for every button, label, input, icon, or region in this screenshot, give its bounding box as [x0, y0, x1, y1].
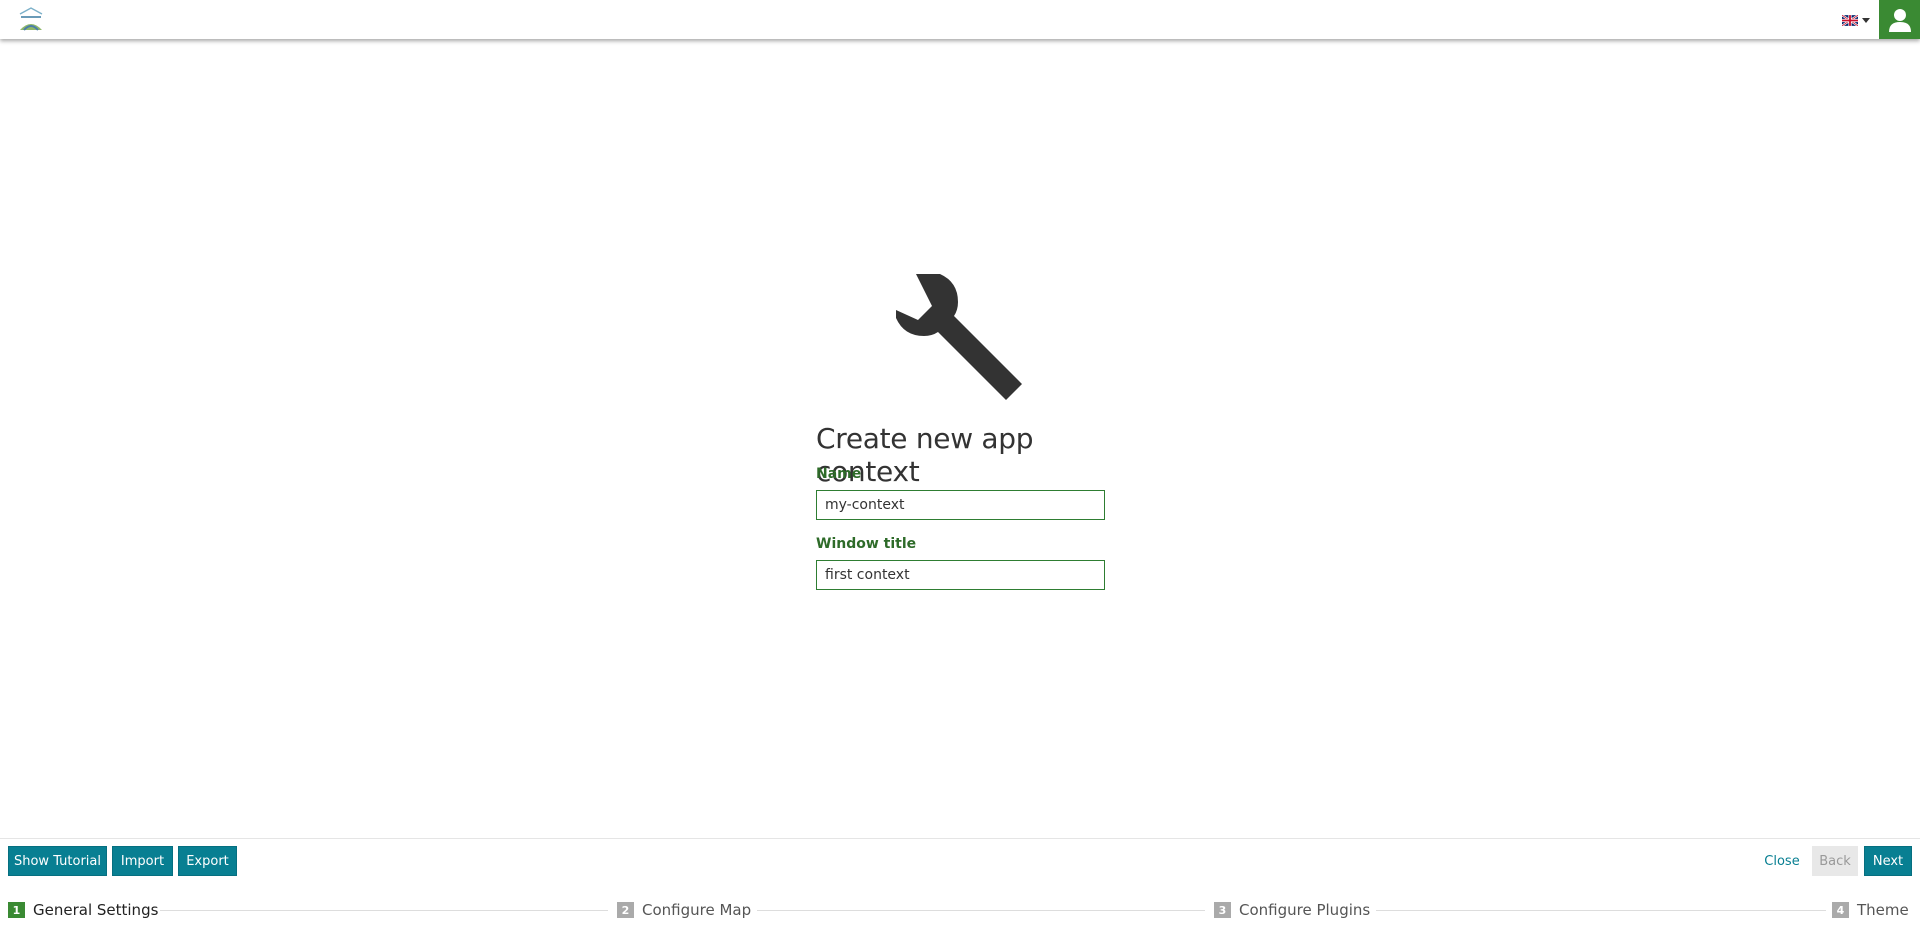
- step-label: Configure Map: [642, 901, 752, 919]
- step-number: 3: [1214, 902, 1231, 918]
- step-connector: [1376, 910, 1826, 911]
- show-tutorial-button[interactable]: Show Tutorial: [8, 846, 107, 876]
- uk-flag-icon: [1842, 14, 1858, 26]
- top-navbar: [0, 0, 1920, 39]
- step-theme[interactable]: 4 Theme: [1832, 901, 1909, 919]
- step-number: 2: [617, 902, 634, 918]
- mapstore-logo[interactable]: [16, 4, 46, 34]
- window-title-label: Window title: [816, 536, 917, 552]
- user-icon: [1888, 8, 1911, 32]
- step-configure-map[interactable]: 2 Configure Map: [617, 901, 751, 919]
- step-general-settings[interactable]: 1 General Settings: [8, 901, 158, 919]
- import-button[interactable]: Import: [112, 846, 173, 876]
- name-input[interactable]: [816, 490, 1105, 520]
- step-configure-plugins[interactable]: 3 Configure Plugins: [1214, 901, 1370, 919]
- page-title: Create new app context: [816, 422, 1034, 488]
- user-menu-button[interactable]: [1879, 0, 1920, 39]
- window-title-input[interactable]: [816, 560, 1105, 590]
- step-label: Configure Plugins: [1239, 901, 1371, 919]
- step-label: General Settings: [33, 901, 159, 919]
- chevron-down-icon: [1862, 17, 1870, 23]
- step-connector: [757, 910, 1205, 911]
- footer-bar: [0, 838, 1920, 934]
- back-button: Back: [1812, 846, 1858, 876]
- export-button[interactable]: Export: [178, 846, 237, 876]
- wrench-icon: [896, 274, 1022, 400]
- step-number: 1: [8, 902, 25, 918]
- next-button[interactable]: Next: [1864, 846, 1912, 876]
- step-label: Theme: [1857, 901, 1909, 919]
- close-button[interactable]: Close: [1758, 846, 1806, 876]
- name-label: Name: [816, 466, 862, 482]
- step-connector: [160, 910, 608, 911]
- step-number: 4: [1832, 902, 1849, 918]
- language-selector[interactable]: [1842, 13, 1872, 27]
